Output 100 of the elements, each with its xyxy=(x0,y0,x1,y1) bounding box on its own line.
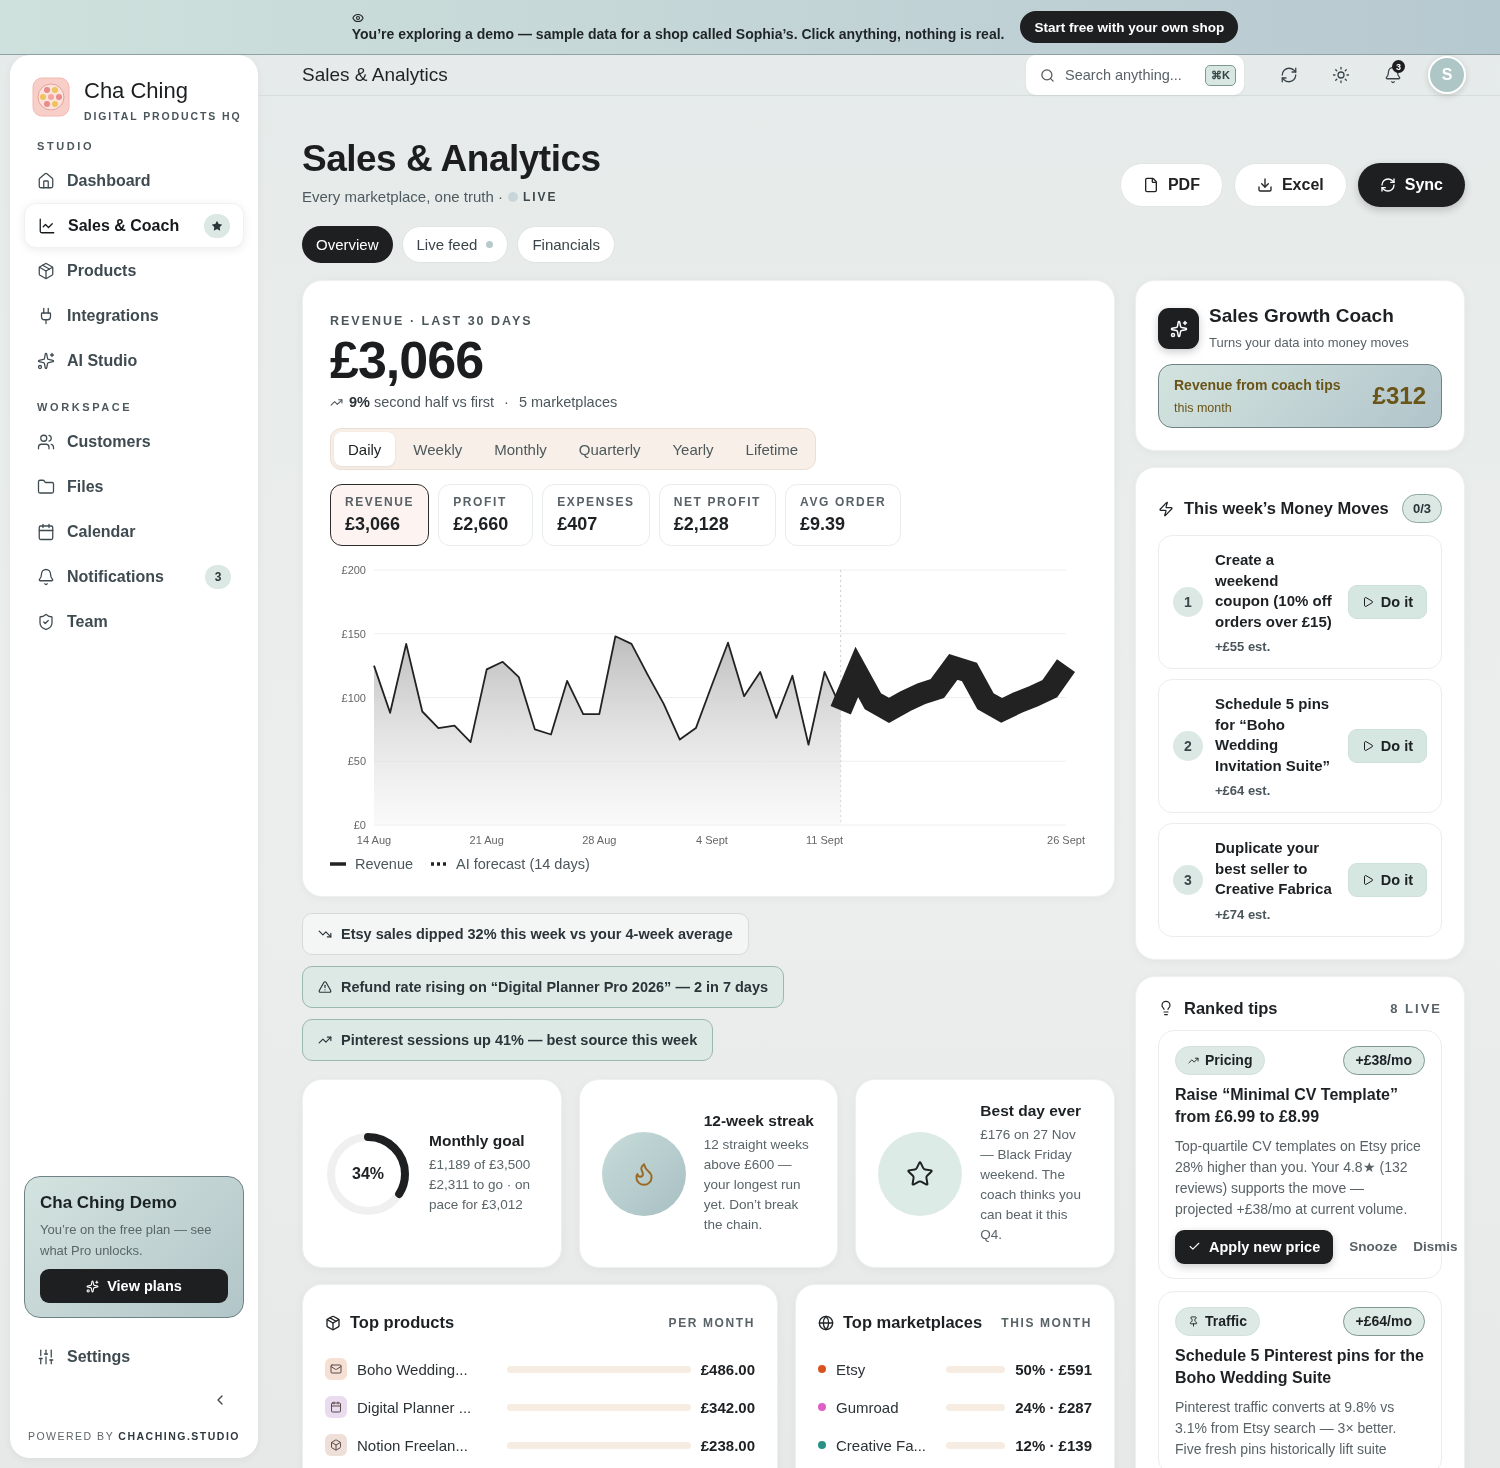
star-icon xyxy=(906,1159,935,1188)
legend-item: Revenue xyxy=(330,856,414,872)
view-plans-button[interactable]: View plans xyxy=(40,1269,228,1303)
export-button[interactable]: PDF xyxy=(1119,163,1223,207)
settings-item[interactable]: Settings xyxy=(24,1342,244,1372)
search-bar[interactable]: Search anything... ⌘K xyxy=(1026,55,1244,95)
search-field[interactable]: Search anything... xyxy=(1063,66,1198,84)
period-tab[interactable]: Daily xyxy=(334,432,396,466)
move-estimate: +£74 est. xyxy=(1215,906,1272,922)
nav-item[interactable]: Sales & Coach xyxy=(24,203,244,248)
tip-impact: +£64/mo xyxy=(1342,1306,1425,1336)
step-number: 3 xyxy=(1173,864,1203,895)
file-icon xyxy=(1142,177,1159,193)
bolt-icon xyxy=(1158,500,1174,517)
nav-item[interactable]: Calendar xyxy=(24,509,244,554)
do-it-button[interactable]: Do it xyxy=(1347,585,1427,619)
tip-category: Traffic xyxy=(1175,1306,1260,1336)
tip-action[interactable]: Dismis xyxy=(1413,1239,1458,1254)
move-text: Duplicate your best seller to Creative Fabrica xyxy=(1215,838,1333,899)
product-name: Digital Planner ... xyxy=(357,1398,473,1416)
period-tab[interactable]: Lifetime xyxy=(731,432,813,466)
marketplace-count: 5 marketplaces xyxy=(518,394,618,410)
nav-item[interactable]: Team xyxy=(24,599,244,644)
logo-icon xyxy=(32,77,70,119)
separator: · xyxy=(503,394,510,410)
download-icon xyxy=(1256,177,1273,193)
nav-icon xyxy=(37,171,55,190)
stat-title: Best day ever xyxy=(980,1102,1083,1120)
marketplace-name: Creative Fa... xyxy=(836,1436,928,1454)
stat-title: Monthly goal xyxy=(429,1132,526,1150)
metric-card[interactable]: REVENUE £3,066 xyxy=(330,484,430,546)
product-name: Notion Freelan... xyxy=(357,1436,469,1454)
metric-card[interactable]: AVG ORDER £9.39 xyxy=(785,484,902,546)
brand-tagline: DIGITAL PRODUCTS HQ xyxy=(84,110,242,122)
marketplace-name: Etsy xyxy=(836,1360,867,1378)
page-title: Sales & Analytics xyxy=(302,138,601,180)
metric-card[interactable]: PROFIT £2,660 xyxy=(438,484,534,546)
do-it-button[interactable]: Do it xyxy=(1347,729,1427,763)
start-free-button[interactable]: Start free with your own shop xyxy=(1020,11,1239,43)
view-tab[interactable]: Live feed xyxy=(401,226,509,263)
progress-badge: 0/3 xyxy=(1401,494,1442,523)
card-title: Ranked tips xyxy=(1184,998,1279,1018)
sparkle-icon xyxy=(1158,308,1199,349)
period-tab[interactable]: Monthly xyxy=(480,432,561,466)
card-title: This week’s Money Moves xyxy=(1184,499,1390,518)
axis-label: 11 Sept xyxy=(806,834,844,846)
product-revenue: £238.00 xyxy=(700,1436,755,1454)
period-tab[interactable]: Yearly xyxy=(658,432,728,466)
period-tab[interactable]: Quarterly xyxy=(564,432,655,466)
nav-icon xyxy=(37,432,55,451)
view-tab[interactable]: Financials xyxy=(517,226,615,263)
trend-text: 9% second half vs first xyxy=(349,394,495,410)
metric-label: EXPENSES xyxy=(557,495,635,509)
axis-label: 4 Sept xyxy=(696,834,728,846)
nav-item[interactable]: Notifications 3 xyxy=(24,554,244,599)
sync-button[interactable]: Sync xyxy=(1357,163,1465,207)
nav-item[interactable]: Customers xyxy=(24,419,244,464)
period-tab[interactable]: Weekly xyxy=(399,432,477,466)
nav-icon xyxy=(37,612,55,631)
metric-label: AVG ORDER xyxy=(800,495,887,509)
metric-card[interactable]: EXPENSES £407 xyxy=(542,484,650,546)
bar-track xyxy=(946,1441,1006,1449)
move-text: Schedule 5 pins for “Boho Wedding Invitation Suite” xyxy=(1215,694,1331,776)
insight-alert[interactable]: Etsy sales dipped 32% this week vs your 4-week average xyxy=(302,913,749,955)
play-icon xyxy=(1361,873,1374,886)
nav-item[interactable]: Dashboard xyxy=(24,158,244,203)
section-title: WORKSPACE xyxy=(36,401,134,413)
marketplace-share: 24% · £287 xyxy=(1015,1398,1092,1416)
tip-action[interactable]: Snooze xyxy=(1349,1239,1398,1254)
card-title: Top marketplaces xyxy=(843,1313,984,1332)
nav-item[interactable]: AI Studio xyxy=(24,338,244,383)
nav-item[interactable]: Files xyxy=(24,464,244,509)
insight-alert[interactable]: Pinterest sessions up 41% — best source this week xyxy=(302,1019,714,1061)
step-number: 2 xyxy=(1173,731,1203,761)
nav-item[interactable]: Products xyxy=(24,248,244,293)
count-badge: 3 xyxy=(205,564,231,589)
axis-label: £100 xyxy=(341,691,366,704)
section-title: STUDIO xyxy=(36,140,96,152)
lightbulb-icon xyxy=(1158,1000,1174,1016)
powered-by: POWERED BY CHACHING.STUDIO xyxy=(26,1430,242,1442)
metric-label: REVENUE xyxy=(345,495,415,509)
play-icon xyxy=(1361,596,1374,608)
metric-card[interactable]: NET PROFIT £2,128 xyxy=(658,484,777,546)
nav-item[interactable]: Integrations xyxy=(24,293,244,338)
tip-impact: +£38/mo xyxy=(1342,1045,1425,1075)
insight-alert[interactable]: Refund rate rising on “Digital Planner Pro 2026” — 2 in 7 days xyxy=(302,966,785,1008)
notifications-button[interactable]: 3 xyxy=(1376,58,1410,92)
coach-revenue-label: Revenue from coach tips xyxy=(1174,377,1341,393)
axis-label: 28 Aug xyxy=(582,834,617,846)
tip-category: Pricing xyxy=(1175,1045,1266,1075)
settings-icon xyxy=(37,1348,55,1366)
brand-name: Cha Ching xyxy=(84,78,189,104)
export-button[interactable]: Excel xyxy=(1233,163,1347,207)
metric-value: £3,066 xyxy=(345,514,402,535)
view-tab[interactable]: Overview xyxy=(302,226,393,263)
apply-button[interactable]: Apply new price xyxy=(1175,1229,1334,1264)
tips-count: 8 LIVE xyxy=(1390,1000,1442,1016)
refresh-icon xyxy=(1280,66,1298,84)
metric-value: £2,128 xyxy=(673,514,730,535)
do-it-button[interactable]: Do it xyxy=(1347,862,1427,897)
